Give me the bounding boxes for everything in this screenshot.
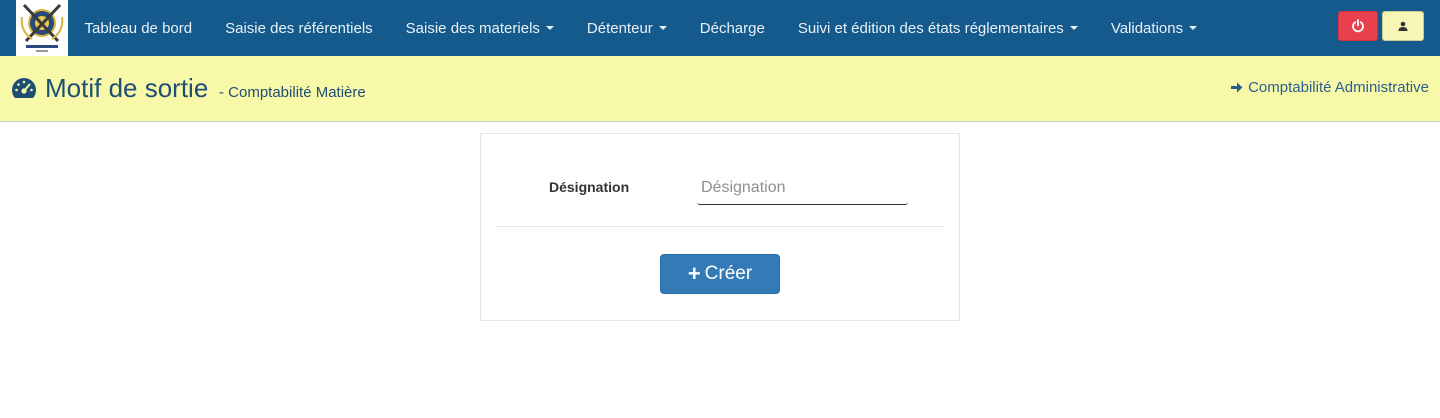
top-navbar: Tableau de bord Saisie des référentiels Sa… (0, 0, 1440, 56)
nav-item-detenteur[interactable]: Détenteur (570, 0, 683, 56)
caret-down-icon (1069, 26, 1078, 30)
nav-item-label: Validations (1110, 19, 1184, 37)
nav-item-label: Détenteur (586, 19, 653, 37)
main-menu: Tableau de bord Saisie des référentiels Sa… (68, 0, 1214, 56)
page-header: Motif de sortie - Comptabilité Matière C… (0, 56, 1440, 122)
caret-down-icon (545, 26, 554, 30)
nav-item-label: Tableau de bord (84, 19, 193, 37)
nav-item-saisie-des-materiels[interactable]: Saisie des materiels (389, 0, 570, 56)
nav-item-validations[interactable]: Validations (1094, 0, 1213, 56)
user-profile-button[interactable] (1382, 11, 1424, 41)
create-button-label: Créer (704, 263, 753, 284)
link-label: Comptabilité Administrative (1248, 79, 1429, 96)
app-logo[interactable] (16, 0, 68, 56)
designation-input[interactable] (697, 172, 908, 205)
nav-item-tableau-de-bord[interactable]: Tableau de bord (68, 0, 209, 56)
page-subtitle: - Comptabilité Matière (219, 84, 366, 101)
nav-item-label: Décharge (699, 19, 765, 37)
dashboard-icon (11, 78, 37, 98)
nav-item-suivi-et-edition-des-etats-reglementaires[interactable]: Suivi et édition des états réglementaire… (781, 0, 1094, 56)
caret-down-icon (1189, 26, 1198, 30)
coat-of-arms-logo (20, 3, 64, 52)
create-button[interactable]: + Créer (660, 254, 780, 294)
comptabilite-administrative-link[interactable]: Comptabilité Administrative (1230, 79, 1429, 96)
arrow-right-icon (1231, 82, 1243, 93)
nav-item-label: Saisie des materiels (405, 19, 540, 37)
logout-button[interactable] (1338, 11, 1378, 41)
nav-item-label: Saisie des référentiels (225, 19, 373, 37)
form-divider (497, 226, 943, 227)
power-icon (1352, 19, 1364, 33)
designation-label: Désignation (549, 179, 630, 195)
form-panel: Désignation + Créer (480, 133, 960, 321)
nav-item-label: Suivi et édition des états réglementaire… (797, 19, 1064, 37)
nav-item-saisie-des-referentiels[interactable]: Saisie des référentiels (209, 0, 390, 56)
caret-down-icon (658, 26, 667, 30)
page-title: Motif de sortie (45, 73, 209, 103)
plus-icon: + (687, 261, 701, 286)
nav-item-decharge[interactable]: Décharge (683, 0, 781, 56)
user-icon (1398, 21, 1408, 31)
